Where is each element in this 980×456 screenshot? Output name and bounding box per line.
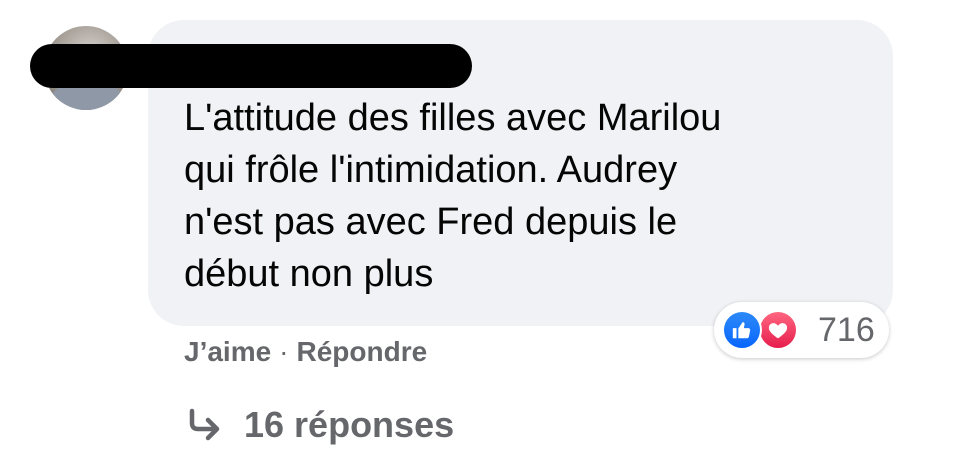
- comment-text: L'attitude des filles avec Marilou qui f…: [184, 92, 864, 300]
- like-icon: [722, 310, 762, 350]
- comment-text-line: début non plus: [184, 253, 434, 295]
- comment-container: L'attitude des filles avec Marilou qui f…: [0, 0, 980, 456]
- replies-count-label: 16 réponses: [244, 404, 455, 445]
- comment-actions: J’aime · Répondre: [184, 330, 427, 374]
- redacted-author-name: [30, 44, 472, 88]
- reply-arrow-icon: [189, 408, 220, 441]
- comment-text-line: L'attitude des filles avec Marilou: [184, 97, 722, 139]
- reactions-summary[interactable]: 716: [714, 302, 889, 358]
- view-replies-link[interactable]: 16 réponses: [184, 398, 454, 452]
- like-button[interactable]: J’aime: [184, 336, 271, 367]
- love-icon: [758, 310, 798, 350]
- comment-text-line: n'est pas avec Fred depuis le: [184, 201, 678, 243]
- action-separator: ·: [279, 336, 289, 367]
- reaction-count: 716: [818, 311, 875, 349]
- comment-text-line: qui frôle l'intimidation. Audrey: [184, 149, 678, 191]
- reply-button[interactable]: Répondre: [297, 336, 428, 367]
